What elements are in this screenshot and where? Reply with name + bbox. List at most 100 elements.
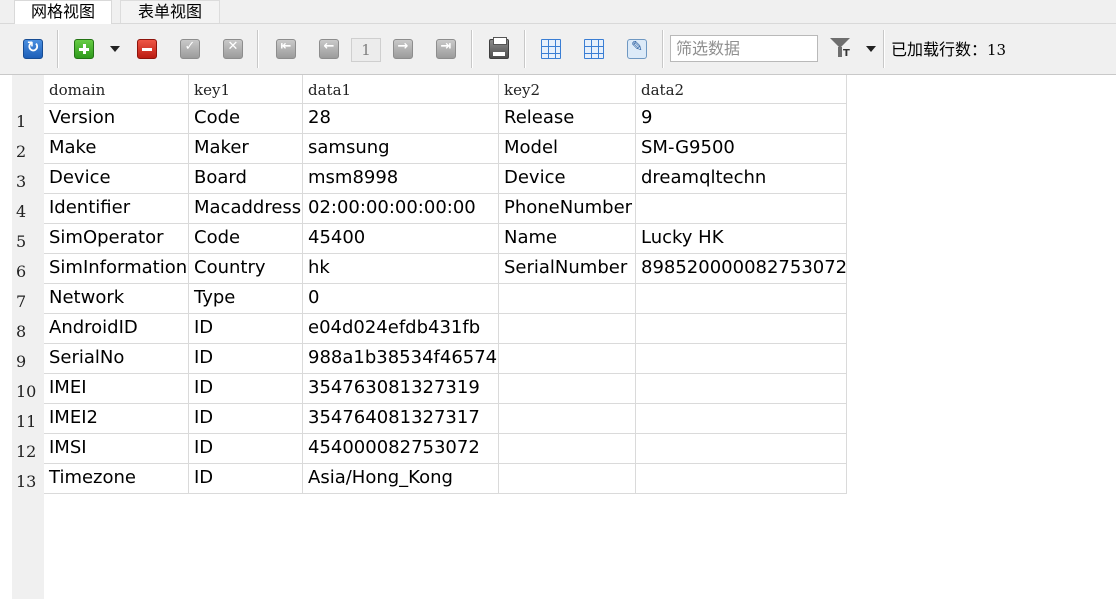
cell-key1[interactable]: ID [189, 464, 303, 494]
cell-data2[interactable]: SM-G9500 [636, 134, 847, 164]
cell-data1[interactable]: Asia/Hong_Kong [303, 464, 499, 494]
table-row[interactable]: Device Board msm8998 Device dreamqltechn [44, 164, 847, 194]
column-header-data1[interactable]: data1 [303, 75, 499, 104]
cell-key1[interactable]: Macaddress [189, 194, 303, 224]
cell-data1[interactable]: 02:00:00:00:00:00 [303, 194, 499, 224]
tab-grid-view[interactable]: 网格视图 [14, 0, 112, 24]
next-page-button[interactable]: → [392, 38, 414, 60]
row-number[interactable]: 5 [16, 232, 44, 251]
cell-key2[interactable]: PhoneNumber [499, 194, 636, 224]
grid-button[interactable] [540, 38, 562, 60]
table-row[interactable]: Make Maker samsung Model SM-G9500 [44, 134, 847, 164]
cell-data2[interactable] [636, 374, 847, 404]
column-header-key2[interactable]: key2 [499, 75, 636, 104]
row-number[interactable]: 13 [16, 472, 44, 491]
cell-data2[interactable]: 8985200000827530728 [636, 254, 847, 284]
cell-key2[interactable] [499, 404, 636, 434]
filter-dropdown-icon[interactable] [866, 46, 876, 52]
cell-key2[interactable] [499, 344, 636, 374]
cell-data2[interactable] [636, 404, 847, 434]
cell-data1[interactable]: 988a1b38534f465742 [303, 344, 499, 374]
cell-domain[interactable]: Identifier [44, 194, 189, 224]
cell-domain[interactable]: AndroidID [44, 314, 189, 344]
apply-changes-button[interactable]: ✓ [179, 38, 201, 60]
cell-key2[interactable] [499, 284, 636, 314]
cell-key1[interactable]: ID [189, 344, 303, 374]
cell-data1[interactable]: samsung [303, 134, 499, 164]
table-row[interactable]: IMEI2 ID 354764081327317 [44, 404, 847, 434]
filter-button[interactable]: T [830, 38, 852, 62]
row-number[interactable]: 1 [16, 112, 44, 131]
cell-domain[interactable]: IMEI2 [44, 404, 189, 434]
cell-data2[interactable] [636, 464, 847, 494]
cell-domain[interactable]: SerialNo [44, 344, 189, 374]
cell-key2[interactable] [499, 314, 636, 344]
delete-record-button[interactable] [136, 38, 158, 60]
cell-data1[interactable]: 354763081327319 [303, 374, 499, 404]
cell-data1[interactable]: msm8998 [303, 164, 499, 194]
prev-page-button[interactable]: ← [318, 38, 340, 60]
cell-domain[interactable]: SimInformation [44, 254, 189, 284]
table-row[interactable]: SimInformation Country hk SerialNumber 89852… [44, 254, 847, 284]
table-row[interactable]: IMEI ID 354763081327319 [44, 374, 847, 404]
filter-input[interactable] [670, 35, 818, 62]
cell-data2[interactable] [636, 284, 847, 314]
table-row[interactable]: AndroidID ID e04d024efdb431fb [44, 314, 847, 344]
row-number[interactable]: 10 [16, 382, 44, 401]
dropdown-icon[interactable] [110, 46, 120, 52]
cell-key1[interactable]: ID [189, 314, 303, 344]
cell-key2[interactable]: SerialNumber [499, 254, 636, 284]
cell-data2[interactable]: 9 [636, 104, 847, 134]
cell-domain[interactable]: IMEI [44, 374, 189, 404]
row-number[interactable]: 2 [16, 142, 44, 161]
cell-data1[interactable]: 28 [303, 104, 499, 134]
cell-key2[interactable] [499, 434, 636, 464]
cell-domain[interactable]: IMSI [44, 434, 189, 464]
cell-key1[interactable]: ID [189, 434, 303, 464]
column-header-data2[interactable]: data2 [636, 75, 847, 104]
print-button[interactable] [488, 37, 510, 60]
tab-form-view[interactable]: 表单视图 [120, 0, 220, 23]
row-number[interactable]: 8 [16, 322, 44, 341]
cell-key2[interactable] [499, 464, 636, 494]
cell-data1[interactable]: hk [303, 254, 499, 284]
cell-domain[interactable]: Device [44, 164, 189, 194]
cell-key1[interactable]: Country [189, 254, 303, 284]
table-row[interactable]: Network Type 0 [44, 284, 847, 314]
add-record-button[interactable] [73, 38, 95, 60]
cell-data2[interactable] [636, 194, 847, 224]
grid-fit-button[interactable] [583, 38, 605, 60]
page-number-field[interactable]: 1 [351, 38, 381, 62]
cell-domain[interactable]: Network [44, 284, 189, 314]
cell-key2[interactable]: Release [499, 104, 636, 134]
cell-key1[interactable]: Type [189, 284, 303, 314]
column-header-key1[interactable]: key1 [189, 75, 303, 104]
row-number[interactable]: 7 [16, 292, 44, 311]
table-row[interactable]: Version Code 28 Release 9 [44, 104, 847, 134]
cell-key1[interactable]: Code [189, 104, 303, 134]
row-number[interactable]: 11 [16, 412, 44, 431]
cell-data2[interactable] [636, 314, 847, 344]
row-number[interactable]: 3 [16, 172, 44, 191]
cell-key2[interactable] [499, 374, 636, 404]
table-row[interactable]: SerialNo ID 988a1b38534f465742 [44, 344, 847, 374]
cell-key1[interactable]: ID [189, 404, 303, 434]
row-number[interactable]: 6 [16, 262, 44, 281]
first-page-button[interactable]: ⇤ [275, 38, 297, 60]
row-number[interactable]: 12 [16, 442, 44, 461]
refresh-button[interactable] [22, 38, 44, 60]
cell-data1[interactable]: 45400 [303, 224, 499, 254]
cell-domain[interactable]: Version [44, 104, 189, 134]
cell-data2[interactable] [636, 344, 847, 374]
cell-data1[interactable]: 454000082753072 [303, 434, 499, 464]
cell-key1[interactable]: Maker [189, 134, 303, 164]
column-header-domain[interactable]: domain [44, 75, 189, 104]
last-page-button[interactable]: ⇥ [435, 38, 457, 60]
cell-data1[interactable]: 354764081327317 [303, 404, 499, 434]
row-number[interactable]: 4 [16, 202, 44, 221]
cell-key1[interactable]: Code [189, 224, 303, 254]
cell-data1[interactable]: 0 [303, 284, 499, 314]
table-row[interactable]: IMSI ID 454000082753072 [44, 434, 847, 464]
cell-domain[interactable]: Timezone [44, 464, 189, 494]
cell-data1[interactable]: e04d024efdb431fb [303, 314, 499, 344]
